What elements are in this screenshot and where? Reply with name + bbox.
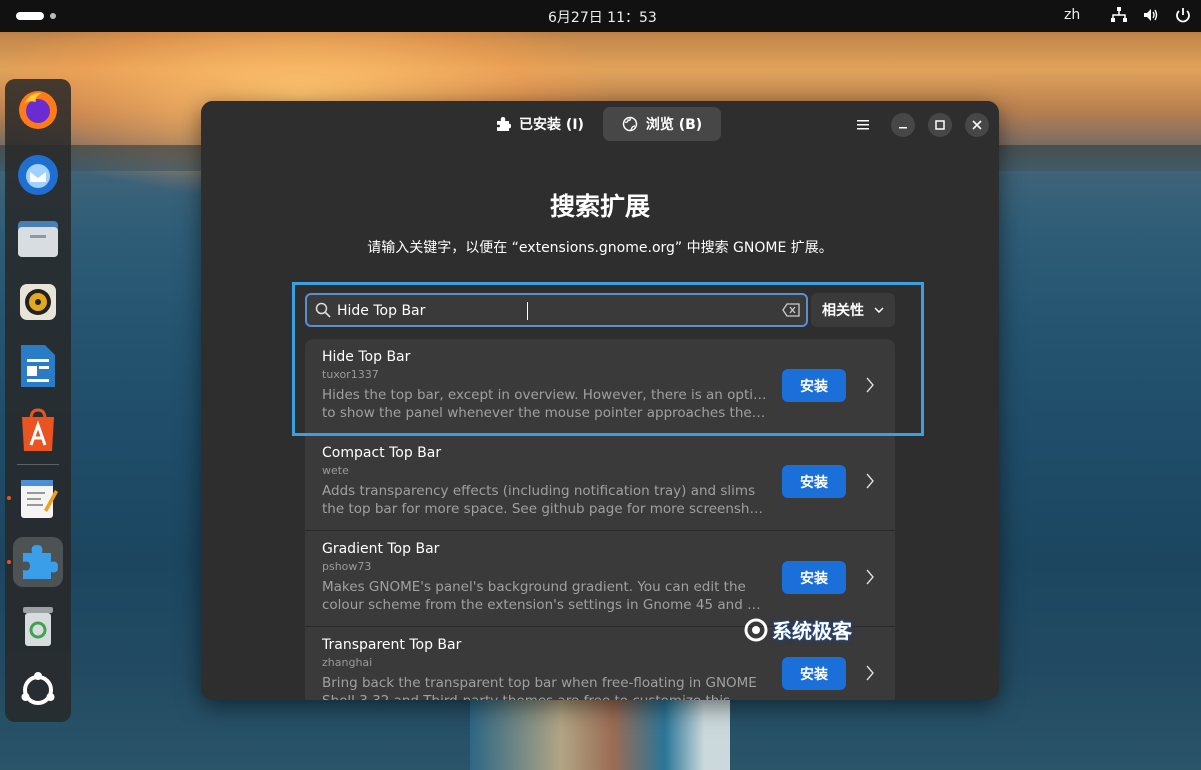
close-icon xyxy=(972,120,982,130)
list-item[interactable]: Compact Top Bar wete Adds transparency e… xyxy=(305,435,895,531)
watermark-logo-icon xyxy=(744,618,768,641)
power-icon xyxy=(1176,8,1190,23)
header-bar: 已安装 (I) 浏览 (B) xyxy=(201,101,999,147)
chevron-right-icon[interactable] xyxy=(865,569,875,585)
extension-manager-launcher[interactable] xyxy=(13,537,63,587)
dock xyxy=(5,79,71,722)
main-menu-button[interactable] xyxy=(851,113,875,137)
speaker-icon xyxy=(20,284,56,320)
files-icon xyxy=(18,221,58,257)
install-button[interactable]: 安装 xyxy=(782,657,846,690)
extension-name: Compact Top Bar xyxy=(322,445,442,461)
extension-description: Makes GNOME's panel's background gradien… xyxy=(322,578,767,614)
globe-icon xyxy=(622,116,638,132)
text-editor-icon xyxy=(21,480,58,518)
chevron-right-icon[interactable] xyxy=(865,473,875,489)
minimize-icon xyxy=(899,127,907,129)
description-line: Makes GNOME's panel's background gradien… xyxy=(322,579,746,595)
running-indicator xyxy=(7,496,11,500)
extension-author: pshow73 xyxy=(322,560,372,573)
maximize-icon xyxy=(935,120,945,130)
chevron-right-icon[interactable] xyxy=(865,665,875,681)
top-bar: 6月27日 11：53 zh xyxy=(0,0,1201,32)
writer-launcher[interactable] xyxy=(13,341,63,391)
document-icon xyxy=(21,345,55,387)
description-line: Bring back the transparent top bar when … xyxy=(322,675,757,691)
description-line: Adds transparency effects (including not… xyxy=(322,483,756,499)
network-icon xyxy=(1111,7,1127,22)
extension-description: Adds transparency effects (including not… xyxy=(322,482,767,518)
extension-description: Bring back the transparent top bar when … xyxy=(322,674,767,700)
firefox-launcher[interactable] xyxy=(13,85,63,135)
description-line: Shell 3.32 and Third-party themes are fr… xyxy=(322,692,767,700)
rhythmbox-launcher[interactable] xyxy=(13,277,63,327)
input-language-indicator[interactable]: zh xyxy=(1064,7,1080,23)
firefox-icon xyxy=(19,91,57,129)
wallpaper-shore xyxy=(470,700,730,770)
extension-name: Transparent Top Bar xyxy=(322,637,462,653)
volume-icon xyxy=(1144,9,1158,21)
trash-launcher[interactable] xyxy=(13,601,63,651)
minimize-button[interactable] xyxy=(891,113,915,137)
puzzle-icon xyxy=(497,117,512,131)
annotation-highlight xyxy=(292,282,924,436)
watermark: 系统极客 xyxy=(744,615,852,644)
install-button[interactable]: 安装 xyxy=(782,561,846,594)
system-tray[interactable] xyxy=(1110,6,1192,24)
page-title: 搜索扩展 xyxy=(549,192,650,221)
dock-separator xyxy=(17,464,59,465)
clock[interactable]: 6月27日 11：53 xyxy=(548,7,657,27)
close-button[interactable] xyxy=(965,113,989,137)
watermark-text: 系统极客 xyxy=(772,619,852,643)
extension-name: Gradient Top Bar xyxy=(322,541,440,557)
workspace-indicator[interactable] xyxy=(50,13,56,19)
puzzle-icon xyxy=(23,545,58,579)
text-editor-launcher[interactable] xyxy=(13,473,63,523)
page-subtitle: 请输入关键字，以便在 “extensions.gnome.org” 中搜索 GN… xyxy=(367,240,833,256)
tab-browse[interactable]: 浏览 (B) xyxy=(603,107,721,141)
tab-installed-label: 已安装 (I) xyxy=(519,117,584,133)
thunderbird-icon xyxy=(18,155,58,195)
extension-author: wete xyxy=(322,464,349,477)
show-apps-button[interactable] xyxy=(13,665,63,715)
description-line: colour scheme from the extension's setti… xyxy=(322,597,767,613)
thunderbird-launcher[interactable] xyxy=(13,149,63,199)
description-line: the top bar for more space. See github p… xyxy=(322,501,767,517)
tab-installed[interactable]: 已安装 (I) xyxy=(481,107,598,141)
files-launcher[interactable] xyxy=(13,213,63,263)
activities-button[interactable] xyxy=(16,12,44,20)
list-item[interactable]: Gradient Top Bar pshow73 Makes GNOME's p… xyxy=(305,531,895,627)
app-center-launcher[interactable] xyxy=(13,405,63,455)
hamburger-icon xyxy=(857,120,869,130)
maximize-button[interactable] xyxy=(928,113,952,137)
app-store-icon xyxy=(22,408,54,451)
ubuntu-logo-icon xyxy=(21,672,55,705)
running-indicator xyxy=(7,560,11,564)
extension-author: zhanghai xyxy=(322,656,373,669)
trash-icon xyxy=(23,607,53,646)
install-button[interactable]: 安装 xyxy=(782,465,846,498)
tab-browse-label: 浏览 (B) xyxy=(645,117,703,133)
